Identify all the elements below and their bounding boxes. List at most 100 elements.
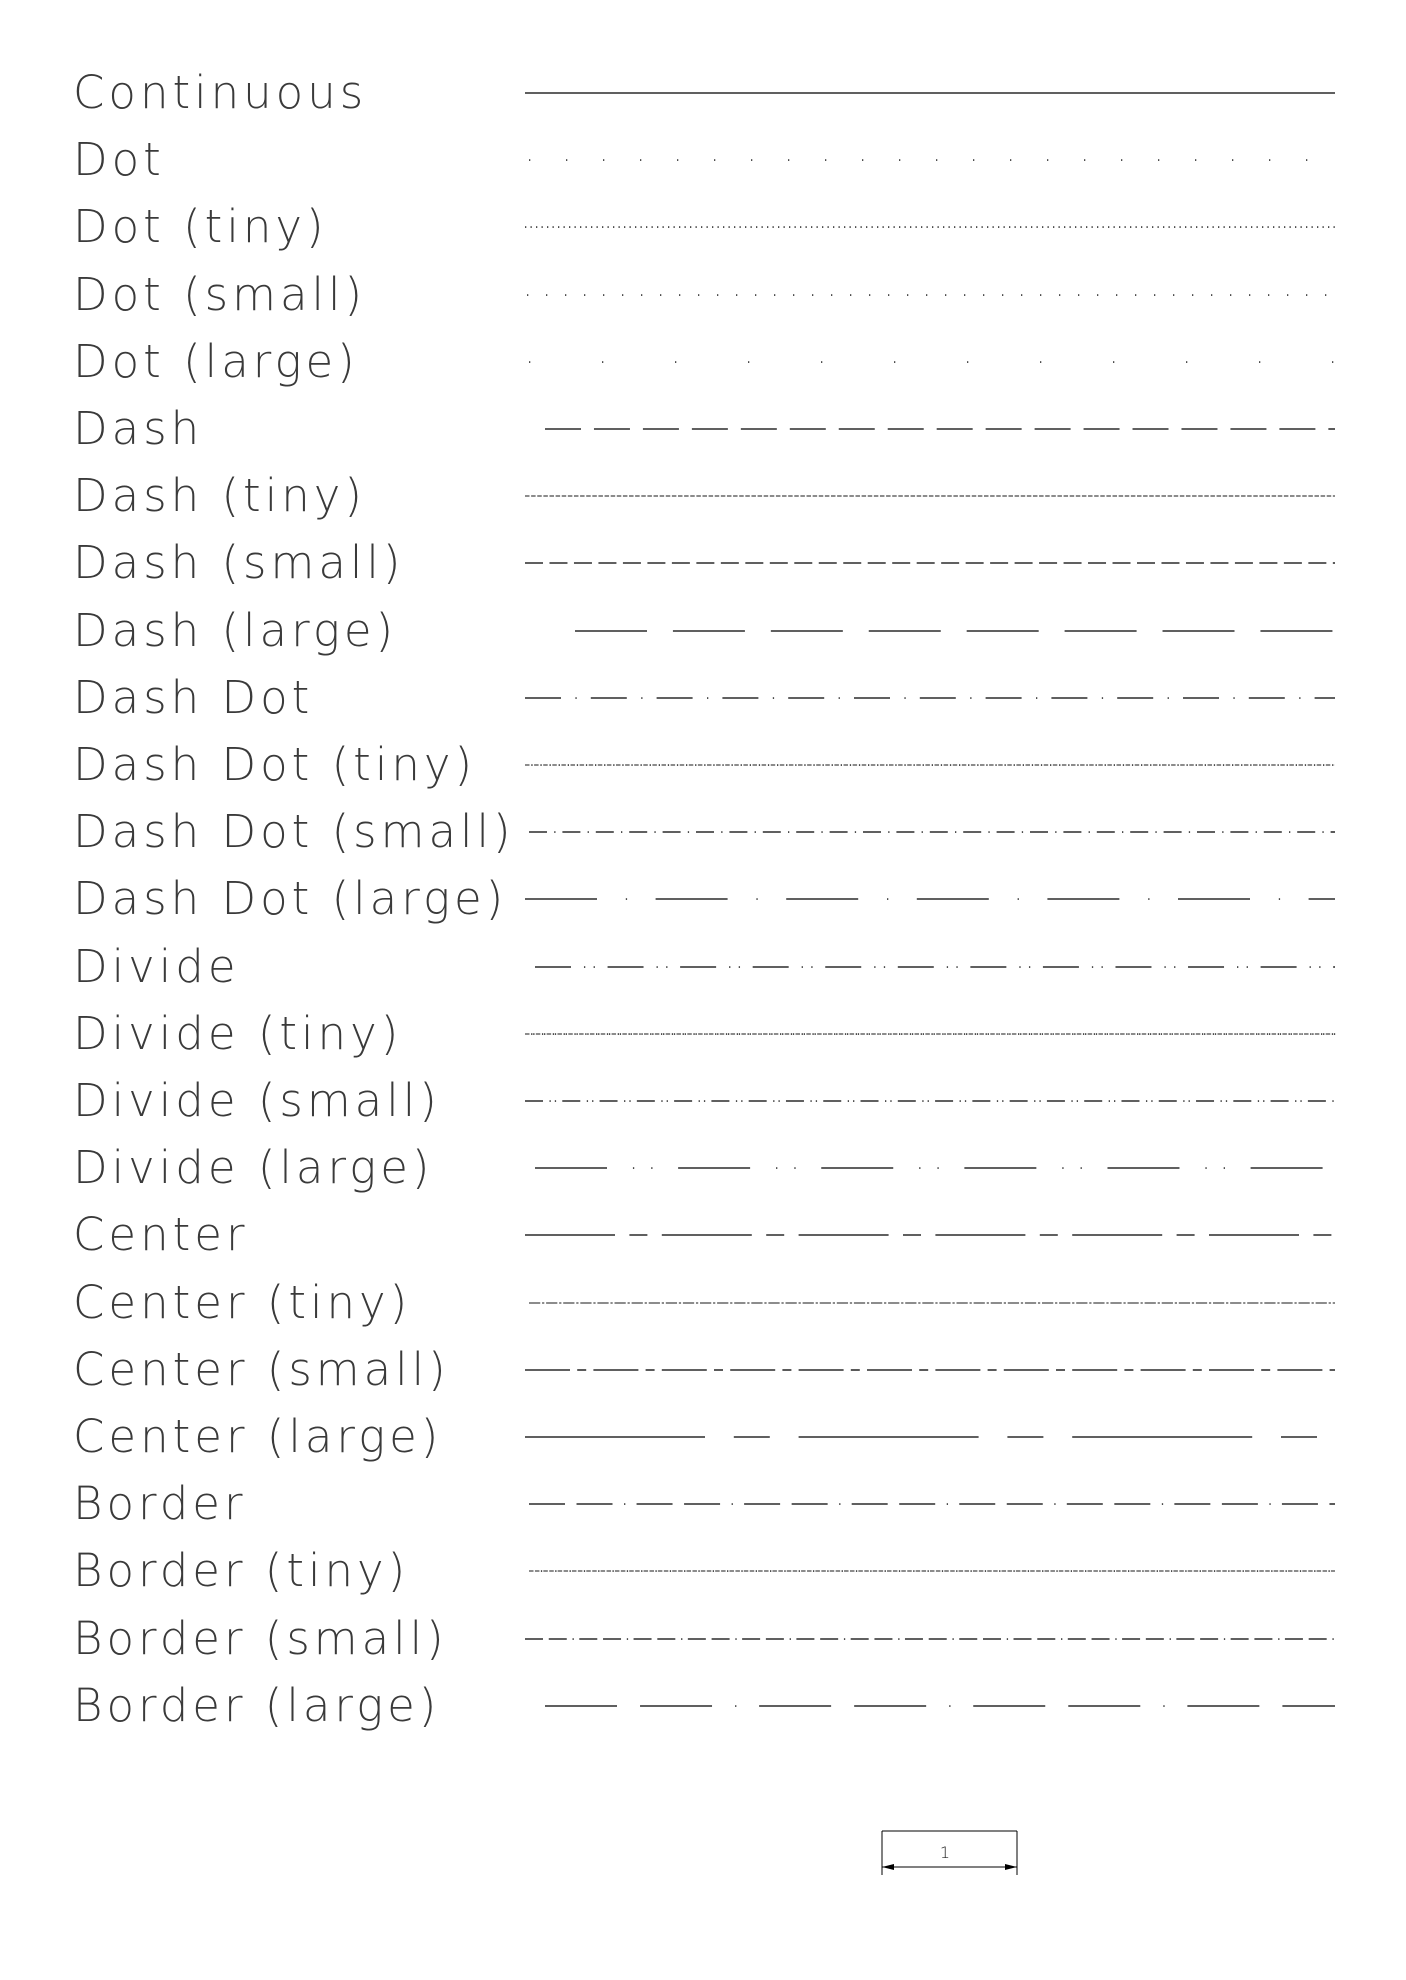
linetype-dot [547, 226, 549, 229]
linetype-dot [641, 697, 643, 699]
linetype-dot [735, 1705, 737, 1707]
linetype-dot [698, 293, 700, 296]
linetype-dot [1169, 1033, 1171, 1035]
linetype-dot [1054, 1503, 1056, 1505]
linetype-dot [800, 226, 802, 229]
linetype-dot [1085, 1033, 1087, 1035]
linetype-dot [769, 1033, 771, 1035]
linetype-label: Dash (small) [73, 536, 405, 590]
linetype-dot [815, 1100, 818, 1102]
linetype-dot [741, 1100, 743, 1102]
linetype-dot [1299, 1570, 1302, 1573]
linetype-dot [1170, 1570, 1173, 1573]
linetype-dot [1141, 226, 1143, 229]
linetype-dot [741, 1570, 743, 1573]
linetype-dot [1289, 831, 1291, 833]
linetype-sample [535, 965, 1335, 968]
linetype-dot [920, 1033, 922, 1035]
linetype-dot [1323, 1033, 1325, 1035]
linetype-dot [1278, 1637, 1280, 1640]
linetype-dot [1173, 293, 1175, 296]
linetype-dot [1076, 1100, 1079, 1102]
linetype-dot [833, 226, 835, 229]
linetype-dot [603, 159, 605, 161]
linetype-dot [855, 1570, 858, 1573]
linetype-dot [1256, 1033, 1258, 1035]
linetype-dot [886, 764, 888, 766]
linetype-dot [1075, 226, 1077, 229]
linetype-dot [735, 1100, 738, 1102]
linetype-dot [554, 1033, 557, 1035]
linetype-sample [529, 159, 1308, 161]
linetype-dot [1039, 1100, 1041, 1102]
linetype-dot [1040, 764, 1043, 766]
linetype-label: Dash Dot [73, 670, 314, 724]
linetype-dot [1285, 1570, 1287, 1573]
linetype-dot [1286, 764, 1288, 766]
linetype-dot [926, 226, 928, 229]
linetype-sample [525, 562, 1335, 565]
linetype-dot [927, 1100, 929, 1102]
linetype-dot [531, 1033, 533, 1035]
linetype-dot [1115, 1637, 1117, 1640]
linetype-dot [1287, 293, 1289, 296]
linetype-dot [676, 764, 679, 766]
linetype-dot [940, 764, 943, 766]
linetype-dot [1141, 764, 1143, 766]
linetype-dot [821, 361, 823, 363]
linetype-dot [1128, 1033, 1130, 1035]
linetype-dot [1223, 1637, 1226, 1640]
linetype-dot [1229, 226, 1231, 229]
linetype-row: Border (large) [0, 1672, 1406, 1739]
linetype-dot [1256, 226, 1258, 229]
linetype-dot [593, 965, 595, 968]
linetype-label: Border (large) [73, 1678, 441, 1732]
linetype-dot [1095, 1033, 1098, 1035]
linetype-dot [771, 1033, 773, 1035]
linetype-dot [1077, 764, 1079, 766]
linetype-dot [717, 1033, 719, 1035]
linetype-dot [1186, 764, 1188, 766]
linetype-dot [567, 764, 569, 766]
linetype-dot [1041, 1033, 1044, 1035]
linetype-dot [606, 1033, 609, 1035]
linetype-dot [904, 764, 906, 766]
linetype-dot [1259, 361, 1261, 363]
linetype-dot [1205, 1167, 1207, 1169]
linetype-dot [812, 293, 814, 296]
linetype-dot [1183, 1100, 1185, 1102]
linetype-dot [1088, 831, 1090, 833]
linetype-dot [822, 764, 824, 766]
linetype-dot [822, 226, 824, 229]
linetype-dot [1004, 764, 1006, 766]
linetype-dot [1169, 1637, 1171, 1640]
linetype-dot [660, 1033, 663, 1035]
linetype-dot [1290, 1033, 1292, 1035]
linetype-dot [996, 1033, 998, 1035]
linetype-dot [613, 764, 615, 766]
linetype-dot [1192, 293, 1194, 296]
linetype-dot [558, 226, 560, 229]
linetype-dot [574, 1033, 576, 1035]
linetype-dot [1047, 226, 1049, 229]
linetype-sample [525, 898, 1335, 901]
linetype-dot [1135, 226, 1137, 229]
linetype-dot [858, 764, 861, 766]
linetype-dot [988, 831, 990, 833]
linetype-dot [549, 764, 551, 766]
linetype-row: Divide (small) [0, 1067, 1406, 1134]
linetype-dot [690, 226, 692, 229]
linetype-dot [1323, 764, 1325, 766]
linetype-dot [888, 831, 890, 833]
linetype-dot [1061, 1637, 1063, 1640]
linetype-dot [998, 1033, 1000, 1035]
linetype-dot [898, 1637, 900, 1640]
linetype-dot [761, 226, 763, 229]
linetype-dot [1147, 1033, 1150, 1035]
linetype-dot [541, 226, 543, 229]
linetype-dot [596, 226, 598, 229]
linetype-dot [901, 1033, 903, 1035]
linetype-sample [525, 226, 1335, 229]
linetype-dot [592, 1100, 594, 1102]
linetype-dot [1213, 1570, 1216, 1573]
